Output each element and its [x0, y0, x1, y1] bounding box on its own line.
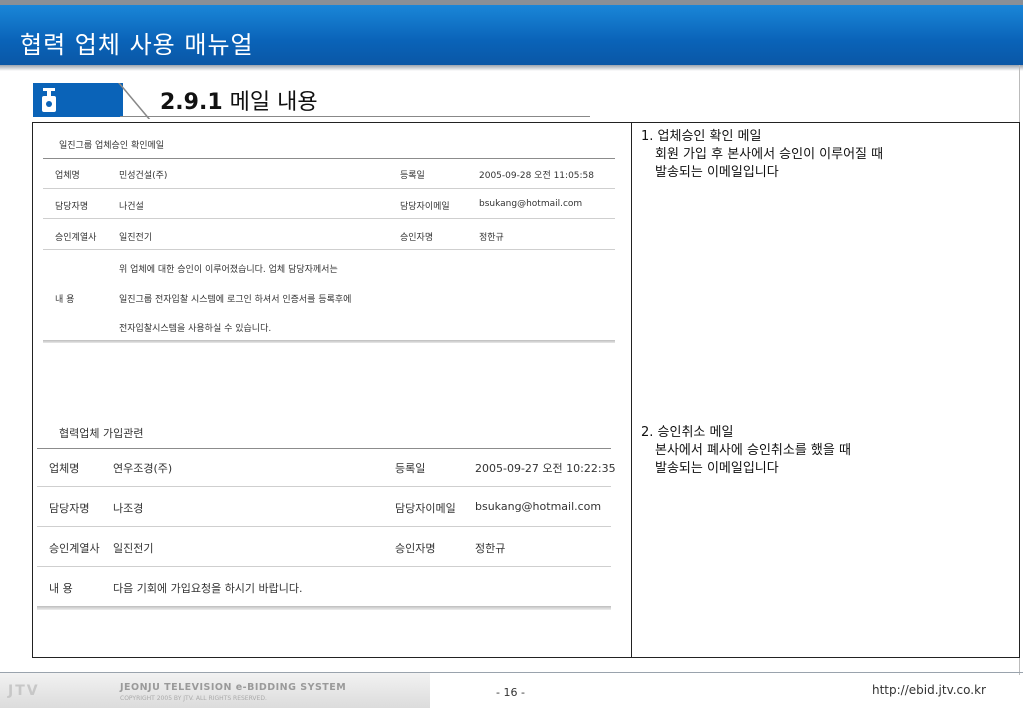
field-label: 담당자명	[49, 502, 90, 515]
cancel-mail-preview: 협력업체 가입관련 업체명 연우조경(주) 등록일 2005-09-27 오전 …	[33, 410, 630, 625]
note-title: 1. 업체승인 확인 메일	[641, 129, 762, 144]
field-value: 2005-09-27 오전 10:22:35	[475, 462, 616, 475]
field-value: 정한규	[479, 233, 504, 243]
page-number: - 16 -	[496, 686, 525, 699]
section-title-text: 메일 내용	[229, 90, 318, 115]
field-value: bsukang@hotmail.com	[479, 199, 583, 209]
field-value: 민성건설(주)	[119, 171, 168, 181]
row-divider	[37, 486, 611, 487]
lock-icon	[40, 87, 58, 113]
field-value: 일진전기	[119, 233, 153, 243]
column-divider	[631, 122, 632, 658]
mail-bottom-rule	[43, 340, 615, 343]
content-text: 위 업체에 대한 승인이 이루어졌습니다. 업체 담당자께서는	[119, 265, 338, 275]
field-value: 2005-09-28 오전 11:05:58	[479, 171, 595, 181]
note-line: 발송되는 이메일입니다	[655, 461, 779, 476]
header-shadow	[0, 65, 1023, 71]
header-bar: 협력 업체 사용 매뉴얼	[0, 5, 1023, 65]
field-label: 승인계열사	[49, 542, 100, 555]
section-number: 2.9.1	[160, 90, 223, 115]
field-label: 담당자명	[55, 202, 89, 212]
field-label: 업체명	[49, 462, 80, 475]
content-text: 다음 기회에 가입요청을 하시기 바랍니다.	[113, 582, 303, 595]
field-value: 정한규	[475, 542, 506, 555]
field-value: 연우조경(주)	[113, 462, 173, 475]
mail-title: 협력업체 가입관련	[59, 427, 144, 440]
field-label: 승인계열사	[55, 233, 97, 243]
content-text: 일진그룹 전자입찰 시스템에 로그인 하셔서 인증서를 등록후에	[119, 295, 352, 305]
jtv-logo: JTV	[8, 683, 40, 699]
row-divider	[37, 526, 611, 527]
field-value: bsukang@hotmail.com	[475, 500, 602, 513]
field-label: 업체명	[55, 171, 80, 181]
section-tab-notch	[95, 83, 123, 117]
mail-bottom-rule	[37, 606, 611, 610]
field-label: 담당자이메일	[400, 202, 450, 212]
footer-url: http://ebid.jtv.co.kr	[872, 683, 986, 697]
field-value: 나건설	[119, 202, 144, 212]
row-divider	[43, 249, 615, 250]
mail-top-rule	[37, 448, 611, 449]
note-line: 본사에서 폐사에 승인취소를 했을 때	[655, 443, 851, 458]
field-label: 내 용	[55, 295, 75, 305]
content-text: 전자입찰시스템을 사용하실 수 있습니다.	[119, 324, 272, 334]
section-heading: 2.9.1 메일 내용	[160, 84, 318, 116]
field-value: 일진전기	[113, 542, 154, 555]
footer-system-name: JEONJU TELEVISION e-BIDDING SYSTEM	[120, 682, 347, 693]
row-divider	[43, 188, 615, 189]
row-divider	[43, 218, 615, 219]
field-label: 내 용	[49, 582, 73, 595]
mail-top-rule	[43, 158, 615, 159]
field-label: 담당자이메일	[395, 502, 456, 515]
note-line: 발송되는 이메일입니다	[655, 165, 779, 180]
row-divider	[37, 566, 611, 567]
field-label: 등록일	[400, 171, 425, 181]
section-underline	[120, 116, 590, 117]
note-approval-mail: 1. 업체승인 확인 메일 회원 가입 후 본사에서 승인이 이루어질 때 발송…	[641, 128, 1011, 182]
mail-title: 일진그룹 업체승인 확인메일	[59, 141, 165, 151]
field-label: 등록일	[395, 462, 426, 475]
field-value: 나조경	[113, 502, 144, 515]
footer-copyright: COPYRIGHT 2005 BY JTV. ALL RIGHTS RESERV…	[120, 695, 267, 702]
note-title: 2. 승인취소 메일	[641, 425, 734, 440]
note-cancel-mail: 2. 승인취소 메일 본사에서 폐사에 승인취소를 했을 때 발송되는 이메일입…	[641, 424, 1011, 478]
approval-mail-preview: 일진그룹 업체승인 확인메일 업체명 민성건설(주) 등록일 2005-09-2…	[33, 122, 630, 347]
field-label: 승인자명	[395, 542, 436, 555]
document-title: 협력 업체 사용 매뉴얼	[20, 31, 254, 59]
field-label: 승인자명	[400, 233, 434, 243]
note-line: 회원 가입 후 본사에서 승인이 이루어질 때	[655, 147, 884, 162]
